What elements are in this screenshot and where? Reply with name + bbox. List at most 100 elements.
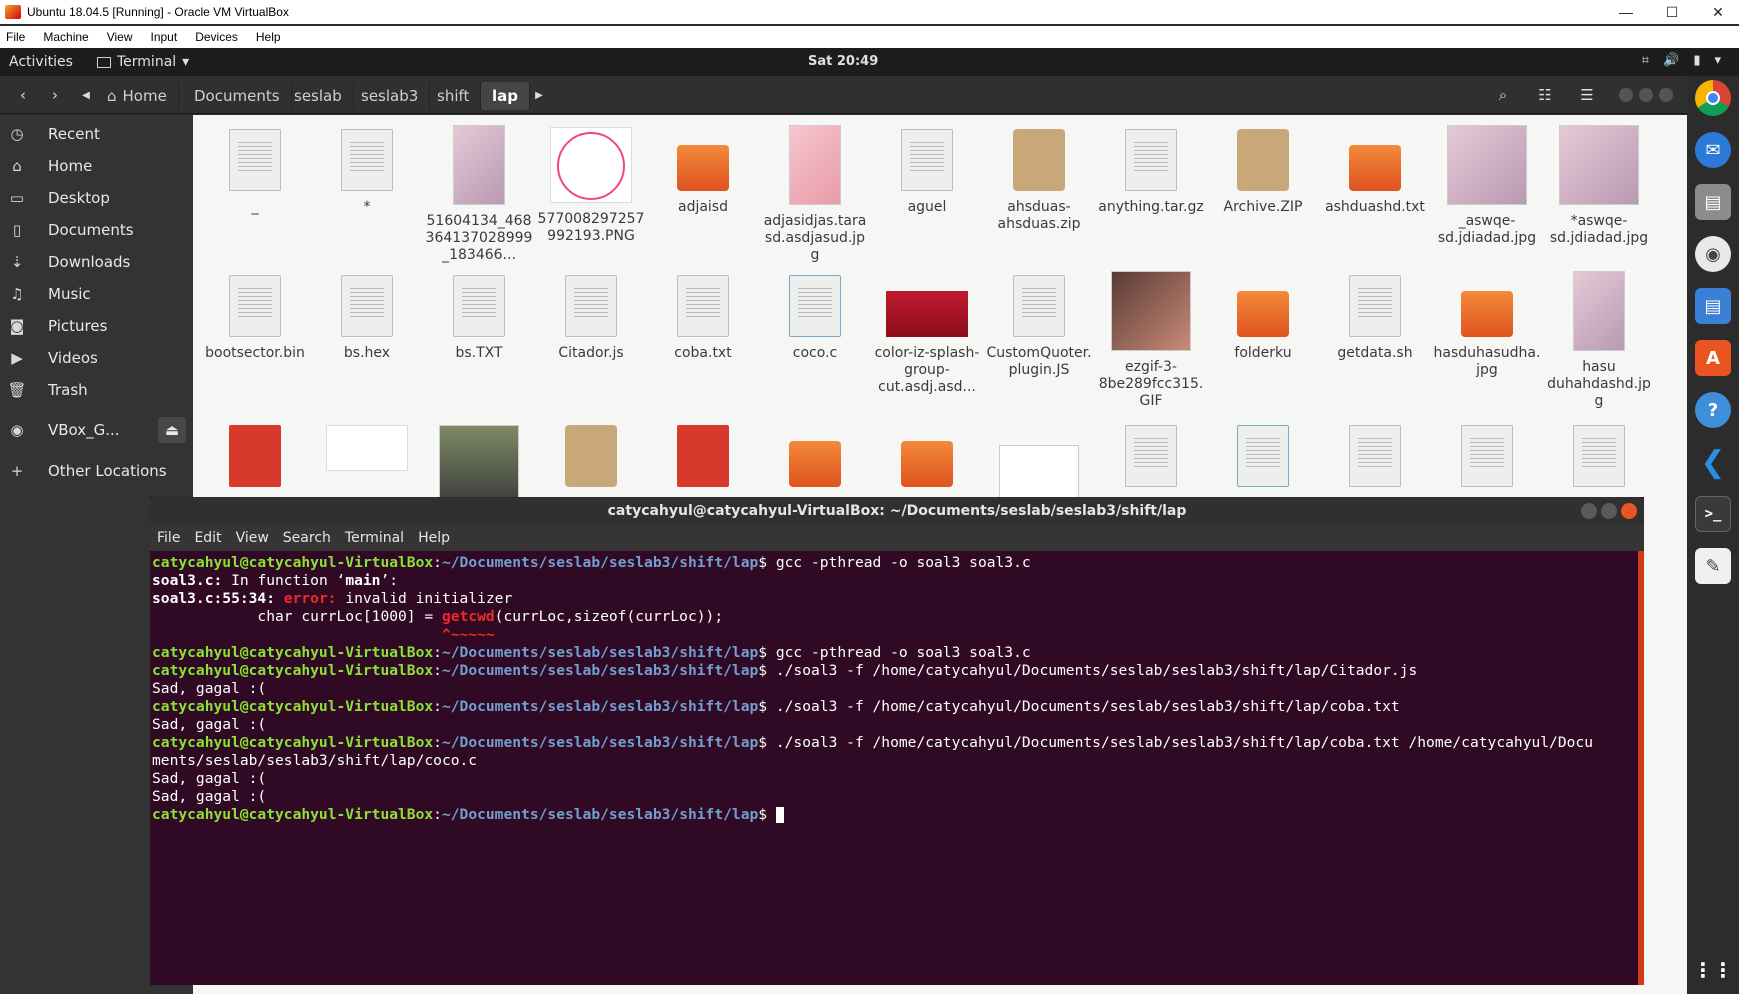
sidebar-item-pictures[interactable]: ◙ Pictures — [0, 311, 193, 341]
terminal-output[interactable]: catycahyul@catycahyul-VirtualBox:~/Docum… — [152, 554, 1632, 824]
terminal-maximize-icon[interactable] — [1601, 503, 1617, 519]
menu-machine[interactable]: Machine — [43, 30, 88, 44]
app-menu[interactable]: Terminal ▾ — [97, 54, 189, 70]
file-item[interactable]: 577008297257992193.PNG — [537, 127, 645, 245]
terminal-menu-edit[interactable]: Edit — [194, 530, 221, 546]
crumb-left-arrow-icon[interactable]: ◀ — [78, 82, 94, 108]
file-item[interactable]: hasu duhahdashd.jpg — [1545, 271, 1653, 410]
close-button[interactable]: ✕ — [1695, 0, 1739, 24]
file-item[interactable] — [873, 425, 981, 487]
file-item[interactable]: bootsector.bin — [201, 275, 309, 362]
file-item[interactable] — [201, 425, 309, 487]
file-item[interactable]: ashduashd.txt — [1321, 129, 1429, 216]
eject-icon[interactable]: ⏏ — [158, 417, 186, 443]
file-item[interactable]: Archive.ZIP — [1209, 129, 1317, 216]
terminal-close-icon[interactable] — [1621, 503, 1637, 519]
sidebar-item-music[interactable]: ♫ Music — [0, 279, 193, 309]
file-item[interactable]: aguel — [873, 129, 981, 216]
file-item[interactable]: getdata.sh — [1321, 275, 1429, 362]
crumb-home[interactable]: ⌂ Home — [96, 82, 179, 110]
software-center-icon[interactable]: A — [1695, 340, 1731, 376]
sidebar-item-vbox[interactable]: ◉ VBox_G... ⏏ — [0, 415, 193, 445]
file-item[interactable]: CustomQuoter.plugin.JS — [985, 275, 1093, 379]
terminal-menu-file[interactable]: File — [157, 530, 180, 546]
file-item[interactable]: Citador.js — [537, 275, 645, 362]
file-item[interactable]: ahsduas-ahsduas.zip — [985, 129, 1093, 233]
rhythmbox-icon[interactable]: ◉ — [1695, 236, 1731, 272]
view-options-icon[interactable]: ☷ — [1530, 82, 1560, 108]
file-item[interactable] — [425, 425, 533, 505]
terminal-minimize-icon[interactable] — [1581, 503, 1597, 519]
show-applications-icon[interactable]: ⋮⋮ — [1693, 952, 1733, 988]
thunderbird-icon[interactable]: ✉ — [1695, 132, 1731, 168]
crumb-seslab3[interactable]: seslab3 — [350, 82, 431, 110]
system-tray[interactable]: ⌗ 🔊 ▮ ▾ — [1642, 53, 1721, 68]
file-item[interactable]: _aswqe-sd.jdiadad.jpg — [1433, 125, 1541, 247]
crumb-shift[interactable]: shift — [426, 82, 482, 110]
hamburger-menu-icon[interactable]: ☰ — [1572, 82, 1602, 108]
file-item[interactable] — [1097, 425, 1205, 487]
file-item[interactable]: bs.TXT — [425, 275, 533, 362]
forward-button[interactable]: › — [40, 82, 70, 108]
menu-devices[interactable]: Devices — [195, 30, 238, 44]
menu-input[interactable]: Input — [151, 30, 178, 44]
file-item[interactable] — [985, 425, 1093, 505]
menu-help[interactable]: Help — [256, 30, 281, 44]
file-item[interactable] — [313, 425, 421, 471]
file-item[interactable]: coba.txt — [649, 275, 757, 362]
maximize-button[interactable]: ☐ — [1649, 0, 1695, 24]
terminal-menu-help[interactable]: Help — [418, 530, 450, 546]
sidebar-item-home[interactable]: ⌂ Home — [0, 151, 193, 181]
search-icon[interactable]: ⌕ — [1490, 82, 1516, 108]
sidebar-item-documents[interactable]: ▯ Documents — [0, 215, 193, 245]
activities-button[interactable]: Activities — [9, 54, 73, 70]
file-item[interactable]: * — [313, 129, 421, 216]
menu-view[interactable]: View — [107, 30, 133, 44]
file-item[interactable] — [1433, 425, 1541, 487]
menu-file[interactable]: File — [6, 30, 25, 44]
crumb-lap[interactable]: lap — [481, 82, 531, 110]
text-editor-icon[interactable]: ✎ — [1695, 548, 1731, 584]
crumb-documents[interactable]: Documents — [183, 82, 292, 110]
back-button[interactable]: ‹ — [8, 82, 38, 108]
crumb-seslab[interactable]: seslab — [283, 82, 354, 110]
clock[interactable]: Sat 20:49 — [808, 54, 878, 69]
file-item[interactable] — [1209, 425, 1317, 487]
files-icon[interactable]: ▤ — [1695, 184, 1731, 220]
file-item[interactable]: anything.tar.gz — [1097, 129, 1205, 216]
terminal-menu-view[interactable]: View — [236, 530, 269, 546]
sidebar-item-videos[interactable]: ▶ Videos — [0, 343, 193, 373]
window-minimize-icon[interactable] — [1618, 82, 1634, 108]
file-item[interactable]: ezgif-3-8be289fcc315.GIF — [1097, 271, 1205, 410]
file-item[interactable] — [537, 425, 645, 487]
minimize-button[interactable]: — — [1603, 0, 1649, 24]
file-item[interactable]: coco.c — [761, 275, 869, 362]
terminal-scrollbar[interactable] — [1638, 551, 1644, 985]
sidebar-item-other-locations[interactable]: + Other Locations — [0, 456, 193, 486]
file-item[interactable]: hasduhasudha.jpg — [1433, 275, 1541, 379]
window-maximize-icon[interactable] — [1638, 82, 1654, 108]
terminal-menu-search[interactable]: Search — [283, 530, 331, 546]
file-item[interactable]: 51604134_468364137028999_183466... — [425, 125, 533, 264]
file-item[interactable]: _ — [201, 129, 309, 216]
sidebar-item-downloads[interactable]: ⇣ Downloads — [0, 247, 193, 277]
sidebar-item-trash[interactable]: 🗑 Trash — [0, 375, 193, 405]
file-item[interactable] — [761, 425, 869, 487]
file-item[interactable] — [1321, 425, 1429, 487]
file-item[interactable]: adjasidjas.tarasd.asdjasud.jpg — [761, 125, 869, 264]
file-item[interactable]: adjaisd — [649, 129, 757, 216]
file-item[interactable]: *aswqe-sd.jdiadad.jpg — [1545, 125, 1653, 247]
terminal-menu-terminal[interactable]: Terminal — [345, 530, 404, 546]
sidebar-item-recent[interactable]: ◷ Recent — [0, 119, 193, 149]
file-item[interactable]: color-iz-splash-group-cut.asdj.asd... — [873, 275, 981, 396]
libreoffice-writer-icon[interactable]: ▤ — [1695, 288, 1731, 324]
window-close-icon[interactable] — [1658, 82, 1674, 108]
vscode-icon[interactable]: ❮ — [1695, 444, 1731, 480]
file-item[interactable] — [1545, 425, 1653, 487]
file-item[interactable] — [649, 425, 757, 487]
chrome-icon[interactable] — [1695, 80, 1731, 116]
terminal-icon[interactable]: >_ — [1695, 496, 1731, 532]
crumb-right-arrow-icon[interactable]: ▶ — [531, 82, 547, 108]
help-icon[interactable]: ? — [1695, 392, 1731, 428]
sidebar-item-desktop[interactable]: ▭ Desktop — [0, 183, 193, 213]
